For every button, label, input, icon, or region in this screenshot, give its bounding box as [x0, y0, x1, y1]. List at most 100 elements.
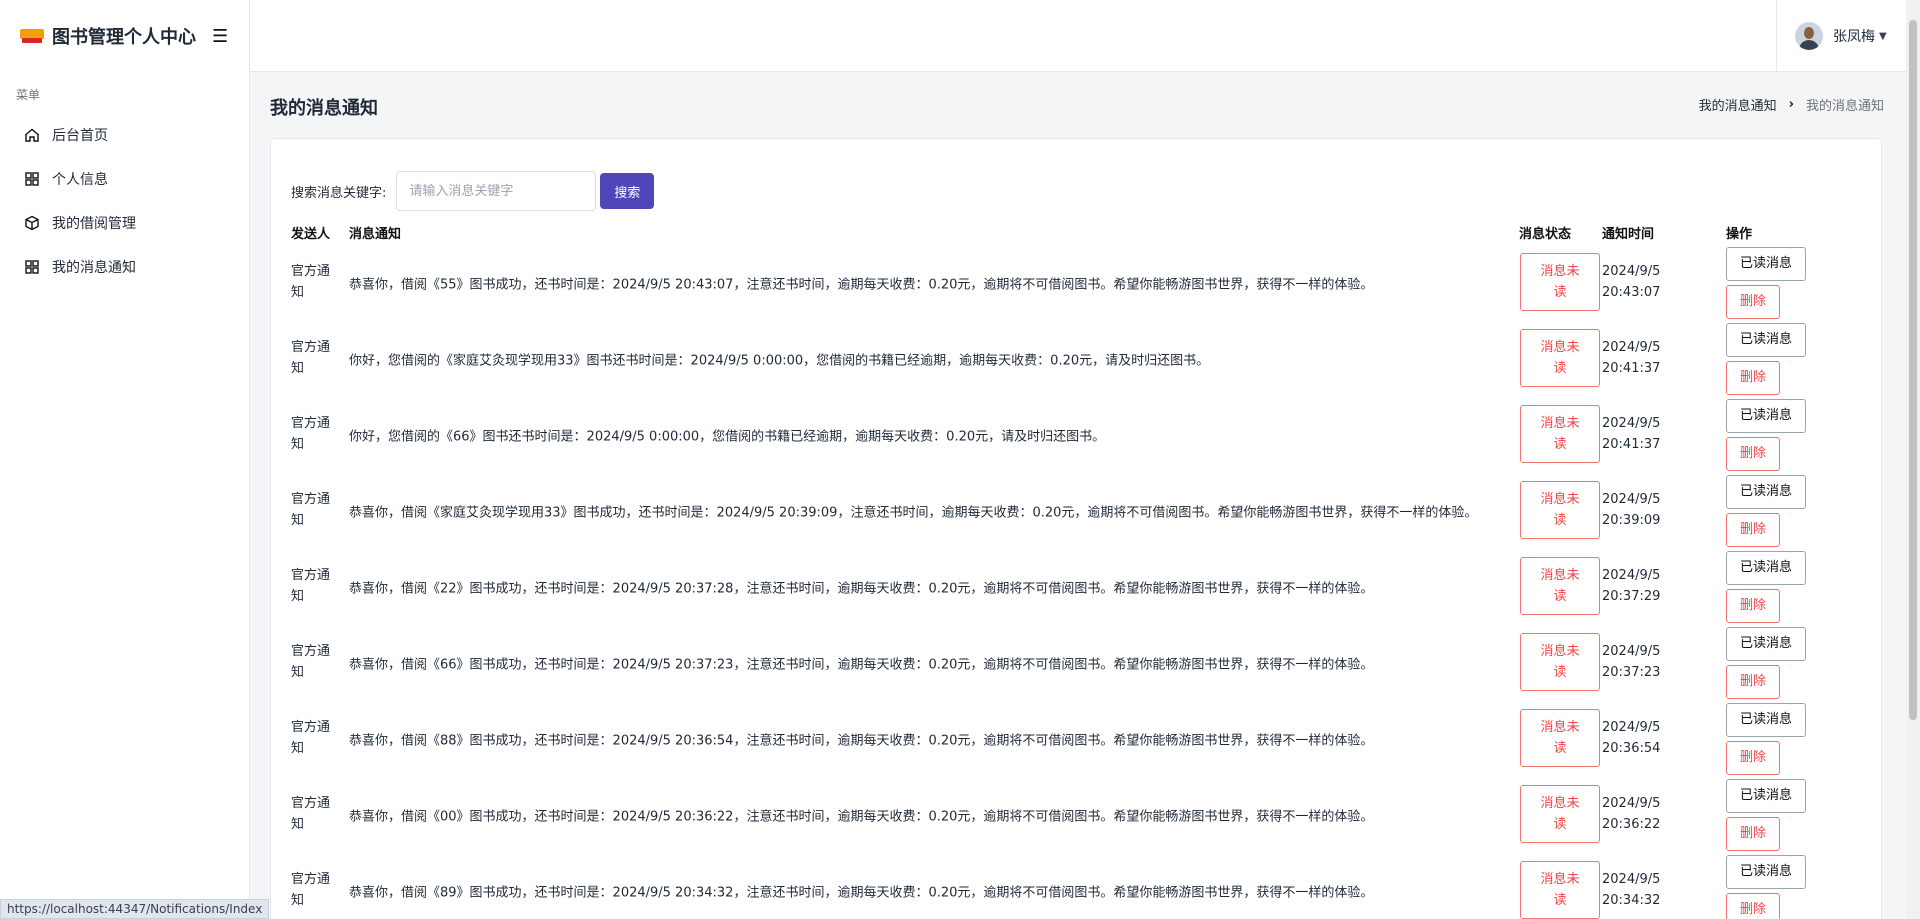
- row-date: 2024/9/5: [1602, 416, 1661, 431]
- row-sender: 官方通知: [291, 416, 331, 452]
- row-clock: 20:41:37: [1602, 361, 1661, 376]
- mark-read-button[interactable]: 已读消息: [1726, 627, 1806, 661]
- home-icon: [25, 128, 39, 142]
- row-time: 2024/9/5 20:43:07: [1602, 261, 1682, 303]
- table-body: 官方通知 恭喜你，借阅《55》图书成功，还书时间是：2024/9/5 20:43:…: [271, 247, 1881, 919]
- delete-button[interactable]: 删除: [1726, 513, 1780, 547]
- sidebar-item-label: 我的借阅管理: [52, 216, 136, 232]
- header-time: 通知时间: [1602, 227, 1655, 242]
- table-row: 官方通知 恭喜你，借阅《89》图书成功，还书时间是：2024/9/5 20:34:…: [271, 855, 1881, 919]
- menu-toggle-icon[interactable]: ☰: [212, 26, 228, 47]
- box-icon: [25, 215, 39, 231]
- row-message: 恭喜你，借阅《00》图书成功，还书时间是：2024/9/5 20:36:22，注…: [349, 809, 1374, 825]
- mark-read-button[interactable]: 已读消息: [1726, 703, 1806, 737]
- row-clock: 20:37:23: [1602, 665, 1661, 680]
- row-time: 2024/9/5 20:36:54: [1602, 717, 1682, 759]
- status-bar-url: https://localhost:44347/Notifications/In…: [0, 899, 270, 919]
- row-sender: 官方通知: [291, 720, 331, 756]
- row-sender: 官方通知: [291, 796, 331, 832]
- status-badge[interactable]: 消息未读: [1520, 329, 1600, 387]
- user-menu[interactable]: 张凤梅 ▼: [1776, 0, 1906, 72]
- user-name: 张凤梅: [1833, 29, 1875, 45]
- mark-read-button[interactable]: 已读消息: [1726, 475, 1806, 509]
- delete-button[interactable]: 删除: [1726, 437, 1780, 471]
- delete-button[interactable]: 删除: [1726, 893, 1780, 919]
- table-row: 官方通知 恭喜你，借阅《22》图书成功，还书时间是：2024/9/5 20:37:…: [271, 551, 1881, 627]
- table-row: 官方通知 恭喜你，借阅《00》图书成功，还书时间是：2024/9/5 20:36:…: [271, 779, 1881, 855]
- status-badge[interactable]: 消息未读: [1520, 861, 1600, 919]
- sidebar-item-borrow[interactable]: 我的借阅管理: [0, 201, 249, 245]
- row-clock: 20:36:54: [1602, 741, 1661, 756]
- delete-button[interactable]: 删除: [1726, 285, 1780, 319]
- row-time: 2024/9/5 20:37:23: [1602, 641, 1682, 683]
- avatar: [1795, 22, 1823, 50]
- delete-button[interactable]: 删除: [1726, 665, 1780, 699]
- row-message: 你好，您借阅的《66》图书还书时间是：2024/9/5 0:00:00，您借阅的…: [349, 429, 1106, 445]
- row-time: 2024/9/5 20:41:37: [1602, 413, 1682, 455]
- row-time: 2024/9/5 20:36:22: [1602, 793, 1682, 835]
- breadcrumb-link[interactable]: 我的消息通知: [1699, 95, 1777, 114]
- status-badge[interactable]: 消息未读: [1520, 557, 1600, 615]
- status-badge[interactable]: 消息未读: [1520, 709, 1600, 767]
- scrollbar-thumb[interactable]: [1909, 20, 1917, 720]
- delete-button[interactable]: 删除: [1726, 817, 1780, 851]
- row-date: 2024/9/5: [1602, 872, 1661, 887]
- search-label: 搜索消息关键字:: [291, 185, 387, 201]
- breadcrumb-current: 我的消息通知: [1805, 99, 1884, 114]
- table-row: 官方通知 你好，您借阅的《66》图书还书时间是：2024/9/5 0:00:00，…: [271, 399, 1881, 475]
- status-badge[interactable]: 消息未读: [1520, 405, 1600, 463]
- delete-button[interactable]: 删除: [1726, 741, 1780, 775]
- chevron-down-icon: ▼: [1879, 30, 1887, 42]
- sidebar-item-profile[interactable]: 个人信息: [0, 157, 249, 201]
- row-sender: 官方通知: [291, 264, 331, 300]
- row-message: 恭喜你，借阅《88》图书成功，还书时间是：2024/9/5 20:36:54，注…: [349, 733, 1374, 749]
- logo-icon: [20, 27, 44, 45]
- row-message: 恭喜你，借阅《家庭艾灸现学现用33》图书成功，还书时间是：2024/9/5 20…: [349, 505, 1478, 521]
- mark-read-button[interactable]: 已读消息: [1726, 855, 1806, 889]
- header-status: 消息状态: [1519, 227, 1572, 242]
- table-row: 官方通知 恭喜你，借阅《88》图书成功，还书时间是：2024/9/5 20:36:…: [271, 703, 1881, 779]
- sidebar: 图书管理个人中心 ☰ 菜单 后台首页 个人信息 我的借阅管理 我的消息通知: [0, 0, 250, 919]
- brand: 图书管理个人中心 ☰: [0, 0, 249, 72]
- row-sender: 官方通知: [291, 872, 331, 908]
- mark-read-button[interactable]: 已读消息: [1726, 399, 1806, 433]
- delete-button[interactable]: 删除: [1726, 361, 1780, 395]
- grid-icon: [25, 172, 39, 186]
- row-clock: 20:34:32: [1602, 893, 1661, 908]
- row-message: 恭喜你，借阅《22》图书成功，还书时间是：2024/9/5 20:37:28，注…: [349, 581, 1374, 597]
- search-input[interactable]: [396, 171, 597, 211]
- status-badge[interactable]: 消息未读: [1520, 253, 1600, 311]
- sidebar-item-label: 我的消息通知: [52, 260, 136, 276]
- row-sender: 官方通知: [291, 644, 331, 680]
- sidebar-item-notifications[interactable]: 我的消息通知: [0, 245, 249, 289]
- table-row: 官方通知 恭喜你，借阅《66》图书成功，还书时间是：2024/9/5 20:37:…: [271, 627, 1881, 703]
- page-scrollbar[interactable]: [1906, 0, 1920, 919]
- row-sender: 官方通知: [291, 568, 331, 604]
- row-time: 2024/9/5 20:41:37: [1602, 337, 1682, 379]
- table-row: 官方通知 恭喜你，借阅《55》图书成功，还书时间是：2024/9/5 20:43:…: [271, 247, 1881, 323]
- menu-heading: 菜单: [16, 88, 41, 102]
- table-row: 官方通知 恭喜你，借阅《家庭艾灸现学现用33》图书成功，还书时间是：2024/9/…: [271, 475, 1881, 551]
- header-message: 消息通知: [349, 227, 402, 242]
- mark-read-button[interactable]: 已读消息: [1726, 323, 1806, 357]
- header-sender: 发送人: [291, 227, 331, 242]
- search-button[interactable]: 搜索: [600, 173, 655, 209]
- row-time: 2024/9/5 20:39:09: [1602, 489, 1682, 531]
- delete-button[interactable]: 删除: [1726, 589, 1780, 623]
- status-badge[interactable]: 消息未读: [1520, 481, 1600, 539]
- page-title: 我的消息通知: [270, 98, 378, 119]
- status-badge[interactable]: 消息未读: [1520, 785, 1600, 843]
- mark-read-button[interactable]: 已读消息: [1726, 247, 1806, 281]
- breadcrumb: 我的消息通知 › 我的消息通知: [1699, 95, 1884, 114]
- mark-read-button[interactable]: 已读消息: [1726, 779, 1806, 813]
- sidebar-item-home[interactable]: 后台首页: [0, 113, 249, 157]
- topbar: 张凤梅 ▼: [250, 0, 1906, 72]
- status-badge[interactable]: 消息未读: [1520, 633, 1600, 691]
- row-message: 恭喜你，借阅《66》图书成功，还书时间是：2024/9/5 20:37:23，注…: [349, 657, 1374, 673]
- mark-read-button[interactable]: 已读消息: [1726, 551, 1806, 585]
- chevron-right-icon: ›: [1788, 97, 1794, 112]
- grid-icon: [25, 260, 39, 274]
- row-clock: 20:39:09: [1602, 513, 1661, 528]
- row-clock: 20:36:22: [1602, 817, 1661, 832]
- table-row: 官方通知 你好，您借阅的《家庭艾灸现学现用33》图书还书时间是：2024/9/5 …: [271, 323, 1881, 399]
